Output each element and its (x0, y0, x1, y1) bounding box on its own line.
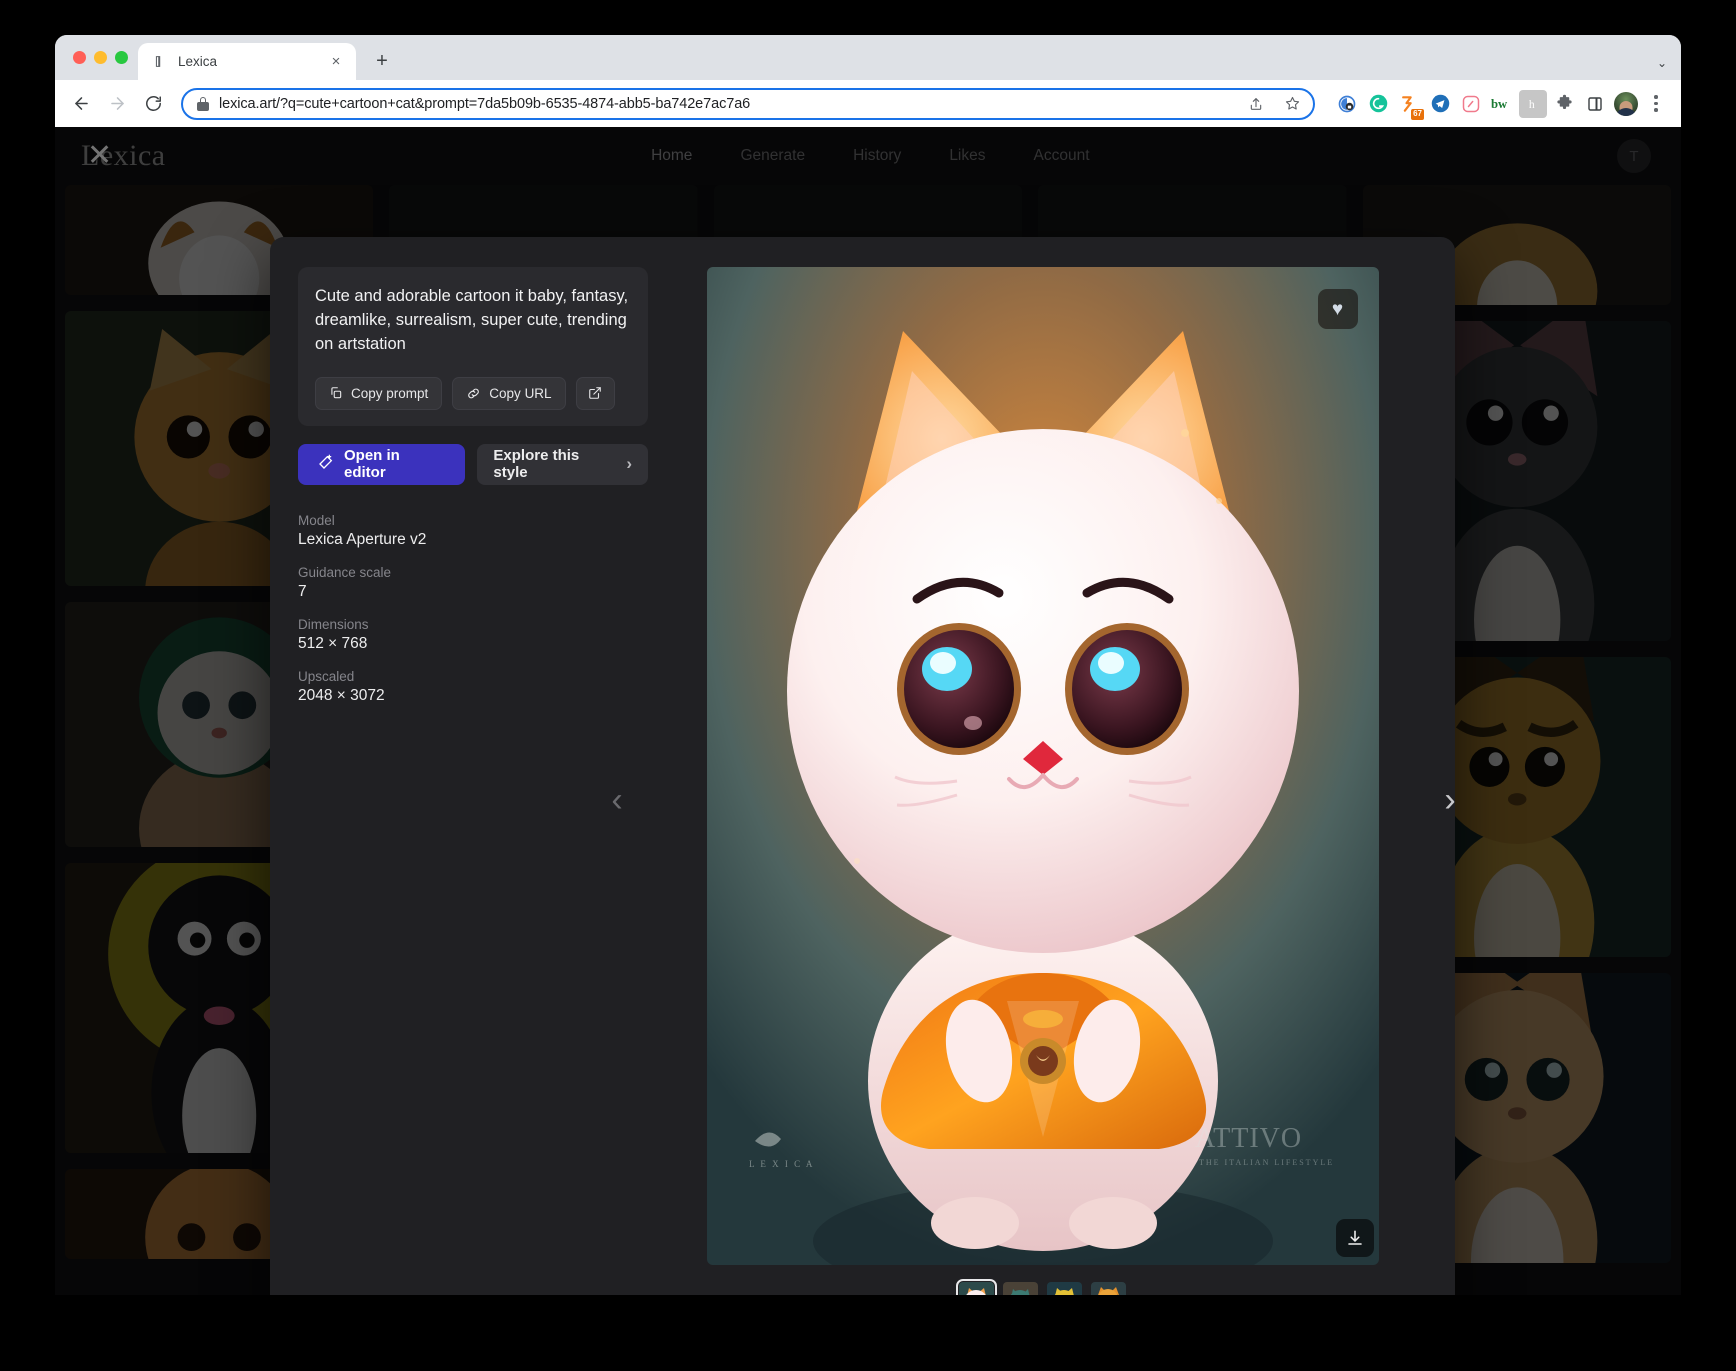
magic-wand-icon (318, 454, 334, 474)
svg-text:h: h (1529, 98, 1535, 111)
telegram-icon[interactable] (1426, 90, 1454, 118)
link-icon (466, 386, 481, 401)
meta-label-dimensions: Dimensions (298, 616, 369, 632)
share-icon[interactable] (1243, 91, 1269, 117)
meta-value-upscaled: 2048 × 3072 (298, 686, 385, 704)
tab-search-chevron-icon[interactable]: ⌄ (1657, 56, 1667, 70)
hero-image[interactable]: L E X I C A ATTIVO THE ITALIAN LIFESTYLE (706, 267, 1379, 1265)
hero-image-container: L E X I C A ATTIVO THE ITALIAN LIFESTYLE… (706, 267, 1379, 1265)
privacy-badger-icon[interactable] (1333, 90, 1361, 118)
chevron-right-icon: › (626, 454, 632, 474)
lock-icon (197, 96, 209, 111)
url-text: lexica.art/?q=cute+cartoon+cat&prompt=7d… (219, 95, 751, 112)
sidepanel-icon[interactable] (1581, 90, 1609, 118)
prompt-card: Cute and adorable cartoon it baby, fanta… (298, 267, 648, 426)
browser-toolbar: lexica.art/?q=cute+cartoon+cat&prompt=7d… (55, 80, 1681, 127)
modal-right-panel: ‹ › L E X I C A ATTIVO THE ITALIAN LIFES… (611, 267, 1456, 1295)
extensions-row: 67 bw h (1327, 89, 1669, 120)
explore-this-style-button[interactable]: Explore this style › (477, 443, 648, 485)
reload-icon[interactable] (137, 88, 169, 120)
download-icon[interactable] (1335, 1219, 1374, 1257)
window-controls (67, 35, 138, 80)
copy-url-label: Copy URL (489, 385, 552, 401)
metadata-list: Model Lexica Aperture v2 Guidance scale … (298, 513, 648, 705)
thumbnail-yellow-cat[interactable] (1047, 1282, 1082, 1295)
cta-row: Open in editor Explore this style › (298, 443, 648, 485)
explore-style-label: Explore this style (493, 447, 580, 482)
like-button[interactable]: ♥ (1317, 289, 1358, 329)
prompt-actions: Copy prompt Copy URL (315, 376, 631, 410)
open-external-icon[interactable] (575, 376, 615, 410)
svg-text:bw: bw (1491, 97, 1508, 111)
maximize-window-button[interactable] (115, 51, 128, 64)
copy-prompt-label: Copy prompt (351, 385, 429, 401)
next-image-button[interactable]: › (1433, 778, 1467, 822)
extensions-puzzle-icon[interactable] (1550, 90, 1578, 118)
svg-text:L E X I C A: L E X I C A (749, 1159, 814, 1169)
image-detail-modal: Cute and adorable cartoon it baby, fanta… (270, 237, 1456, 1295)
prompt-text: Cute and adorable cartoon it baby, fanta… (315, 287, 629, 353)
new-tab-button[interactable]: + (366, 45, 398, 77)
svg-text:THE ITALIAN LIFESTYLE: THE ITALIAN LIFESTYLE (1199, 1158, 1334, 1167)
thumbnail-strip (956, 1279, 1126, 1295)
grammarly-icon[interactable] (1364, 90, 1392, 118)
pocket-badge: 67 (1411, 108, 1424, 120)
kebab-menu-icon[interactable] (1643, 90, 1669, 118)
pocket-icon[interactable]: 67 (1395, 90, 1424, 120)
profile-avatar[interactable] (1612, 90, 1640, 118)
thumbnail-orange-fox[interactable] (1091, 1282, 1126, 1295)
copy-url-button[interactable]: Copy URL (452, 376, 566, 410)
honey-icon[interactable]: h (1519, 89, 1547, 118)
back-arrow-icon[interactable] (65, 88, 97, 120)
previous-image-button[interactable]: ‹ (600, 778, 634, 822)
bookmark-star-icon[interactable] (1279, 91, 1305, 117)
minimize-window-button[interactable] (94, 51, 107, 64)
svg-text:ATTIVO: ATTIVO (1195, 1123, 1302, 1154)
meta-value-guidance-scale: 7 (298, 582, 307, 600)
meta-label-model: Model (298, 512, 335, 528)
browser-tab[interactable]: Lexica × (138, 43, 356, 80)
copy-prompt-button[interactable]: Copy prompt (315, 376, 443, 410)
open-in-editor-label: Open in editor (344, 447, 400, 482)
bitwarden-icon[interactable]: bw (1488, 90, 1516, 118)
book-icon (152, 54, 168, 70)
meta-label-upscaled: Upscaled (298, 668, 355, 684)
tab-strip: Lexica × + ⌄ (55, 35, 1681, 80)
copy-icon (329, 386, 343, 400)
pinterest-icon[interactable] (1457, 90, 1485, 118)
close-tab-button[interactable]: × (326, 52, 346, 72)
close-window-button[interactable] (73, 51, 86, 64)
address-bar[interactable]: lexica.art/?q=cute+cartoon+cat&prompt=7d… (181, 87, 1315, 120)
forward-arrow-icon[interactable] (101, 88, 133, 120)
browser-window: Lexica × + ⌄ lexica.art/?q=cute+cartoon+… (55, 35, 1681, 1295)
tab-title: Lexica (178, 54, 218, 69)
meta-value-model: Lexica Aperture v2 (298, 530, 427, 548)
thumbnail-hooded-cat[interactable] (1003, 1282, 1038, 1295)
meta-label-guidance-scale: Guidance scale (298, 564, 392, 580)
thumbnail-white-cat[interactable] (956, 1279, 997, 1295)
open-in-editor-button[interactable]: Open in editor (298, 443, 466, 485)
page-content: Lexica ✕ Home Generate History Likes Acc… (55, 127, 1681, 1295)
meta-value-dimensions: 512 × 768 (298, 634, 368, 652)
